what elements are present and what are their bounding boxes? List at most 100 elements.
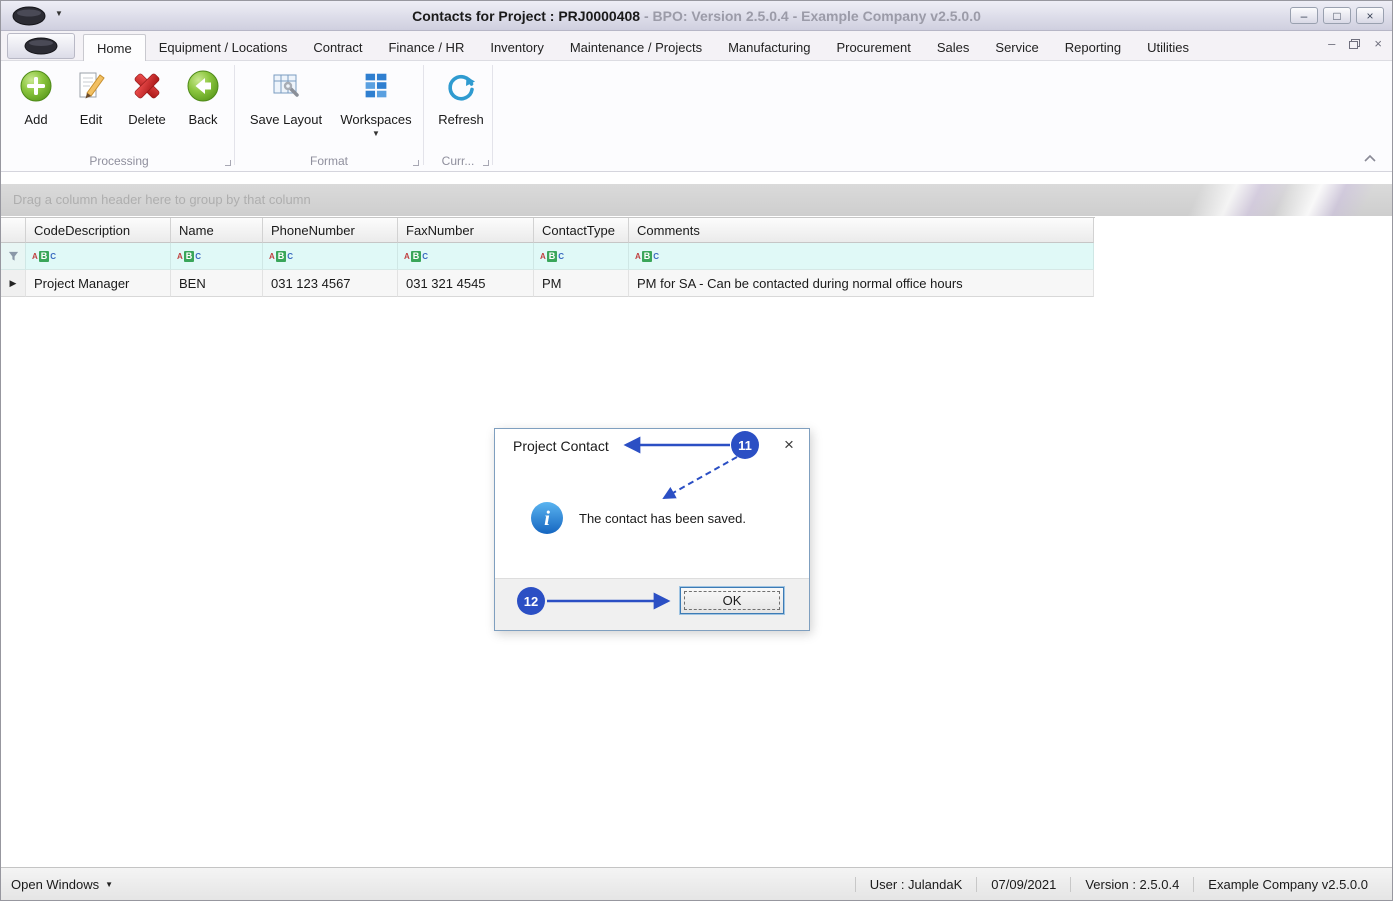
status-version: Version : 2.5.0.4 (1070, 876, 1193, 892)
contacts-grid: CodeDescription Name PhoneNumber FaxNumb… (1, 217, 1095, 297)
edit-icon (73, 66, 109, 106)
tab-contract[interactable]: Contract (300, 33, 375, 61)
tab-inventory[interactable]: Inventory (477, 33, 556, 61)
group-launcher-icon[interactable] (483, 160, 489, 166)
ribbon-close-icon[interactable]: × (1374, 37, 1382, 50)
group-by-panel[interactable]: Drag a column header here to group by th… (1, 184, 1392, 216)
autofilter-abc-icon: ABC (635, 250, 660, 262)
save-layout-icon (268, 66, 304, 106)
autofilter-abc-icon: ABC (404, 250, 429, 262)
message-dialog: Project Contact × i The contact has been… (494, 428, 810, 631)
ribbon-collapse-icon[interactable] (1362, 153, 1378, 168)
window-title-main: Contacts for Project : PRJ0000408 (412, 8, 641, 24)
ribbon-separator (423, 65, 424, 165)
column-header-name[interactable]: Name (171, 218, 263, 243)
group-processing-label: Processing (89, 153, 149, 168)
cell-phonenumber: 031 123 4567 (263, 270, 398, 297)
minimize-button[interactable]: – (1290, 7, 1318, 24)
ok-button-label: OK (722, 593, 742, 608)
tab-reporting[interactable]: Reporting (1052, 33, 1134, 61)
cell-comments: PM for SA - Can be contacted during norm… (629, 270, 1094, 297)
tab-home[interactable]: Home (83, 34, 146, 62)
autofilter-abc-icon: ABC (540, 250, 565, 262)
delete-button-label: Delete (128, 112, 166, 127)
svg-text:i: i (544, 506, 550, 530)
filter-cell-contacttype[interactable]: ABC (534, 243, 629, 270)
filter-cell-name[interactable]: ABC (171, 243, 263, 270)
status-user: User : JulandaK (854, 876, 977, 892)
column-header-phonenumber[interactable]: PhoneNumber (263, 218, 398, 243)
ribbon-separator (492, 65, 493, 165)
group-launcher-icon[interactable] (225, 160, 231, 166)
group-format-label: Format (309, 153, 348, 168)
status-company: Example Company v2.5.0.0 (1193, 876, 1382, 892)
status-bar: Open Windows ▼ User : JulandaK 07/09/202… (1, 867, 1392, 900)
ribbon-toolbar: Add Edit Delete Back Save Layout Workspa… (1, 61, 1392, 172)
edit-button[interactable]: Edit (67, 64, 115, 152)
auto-filter-row: ABC ABC ABC ABC ABC ABC (1, 243, 1095, 270)
application-menu-button[interactable] (7, 33, 75, 59)
info-icon: i (530, 501, 564, 538)
column-header-codedescription[interactable]: CodeDescription (26, 218, 171, 243)
column-header-contacttype[interactable]: ContactType (534, 218, 629, 243)
dialog-title: Project Contact (513, 438, 609, 454)
table-row[interactable]: ▶ Project Manager BEN 031 123 4567 031 3… (1, 270, 1095, 297)
save-layout-button[interactable]: Save Layout (247, 64, 325, 152)
application-menu-icon (24, 37, 58, 55)
ribbon-tabs: Home Equipment / Locations Contract Fina… (83, 31, 1202, 62)
ribbon-restore-icon[interactable] (1349, 38, 1361, 49)
refresh-icon (443, 66, 479, 106)
maximize-button[interactable]: □ (1323, 7, 1351, 24)
tab-sales[interactable]: Sales (924, 33, 983, 61)
close-button[interactable]: × (1356, 7, 1384, 24)
filter-cell-comments[interactable]: ABC (629, 243, 1094, 270)
filter-row-icon (8, 251, 18, 261)
ribbon-minimize-icon[interactable]: – (1328, 37, 1335, 50)
workspaces-button[interactable]: Workspaces ▼ (337, 64, 415, 152)
filter-cell-faxnumber[interactable]: ABC (398, 243, 534, 270)
group-processing: Processing (5, 152, 233, 169)
status-date: 07/09/2021 (976, 876, 1070, 892)
tab-service[interactable]: Service (982, 33, 1051, 61)
back-button-label: Back (188, 112, 218, 127)
add-icon (18, 66, 54, 106)
back-button[interactable]: Back (179, 64, 227, 152)
open-windows-dropdown[interactable]: Open Windows ▼ (11, 877, 113, 892)
window-title-sub: - BPO: Version 2.5.0.4 - Example Company… (640, 8, 981, 24)
group-launcher-icon[interactable] (413, 160, 419, 166)
dialog-message: The contact has been saved. (579, 511, 746, 526)
ok-button[interactable]: OK (680, 587, 784, 614)
group-current-label: Curr... (441, 153, 475, 168)
column-header-faxnumber[interactable]: FaxNumber (398, 218, 534, 243)
workspaces-button-label: Workspaces (340, 112, 412, 127)
add-button-label: Add (24, 112, 48, 127)
tab-manufacturing[interactable]: Manufacturing (715, 33, 823, 61)
dialog-close-icon[interactable]: × (777, 433, 801, 457)
tab-equipment-locations[interactable]: Equipment / Locations (146, 33, 301, 61)
save-layout-button-label: Save Layout (249, 112, 323, 127)
grid-indicator-header (1, 218, 26, 243)
ribbon-tab-row: Home Equipment / Locations Contract Fina… (1, 31, 1392, 62)
open-windows-label: Open Windows (11, 876, 100, 892)
autofilter-abc-icon: ABC (32, 250, 57, 262)
tab-procurement[interactable]: Procurement (823, 33, 923, 61)
group-format: Format (237, 152, 421, 169)
add-button[interactable]: Add (13, 64, 59, 152)
tab-finance-hr[interactable]: Finance / HR (375, 33, 477, 61)
filter-cell-codedescription[interactable]: ABC (26, 243, 171, 270)
filter-cell-phonenumber[interactable]: ABC (263, 243, 398, 270)
tab-maintenance-projects[interactable]: Maintenance / Projects (557, 33, 715, 61)
column-header-comments[interactable]: Comments (629, 218, 1094, 243)
refresh-button[interactable]: Refresh (433, 64, 489, 152)
delete-icon (129, 66, 165, 106)
delete-button[interactable]: Delete (121, 64, 173, 152)
autofilter-abc-icon: ABC (177, 250, 202, 262)
group-by-hint: Drag a column header here to group by th… (13, 192, 311, 207)
grid-header-row: CodeDescription Name PhoneNumber FaxNumb… (1, 218, 1095, 243)
app-window: ▼ Contacts for Project : PRJ0000408 - BP… (0, 0, 1393, 901)
row-indicator-icon: ▶ (1, 270, 26, 297)
workspaces-icon (359, 66, 393, 106)
tab-utilities[interactable]: Utilities (1134, 33, 1202, 61)
workspaces-dropdown-icon: ▼ (372, 129, 380, 138)
filter-row-indicator (1, 243, 26, 270)
